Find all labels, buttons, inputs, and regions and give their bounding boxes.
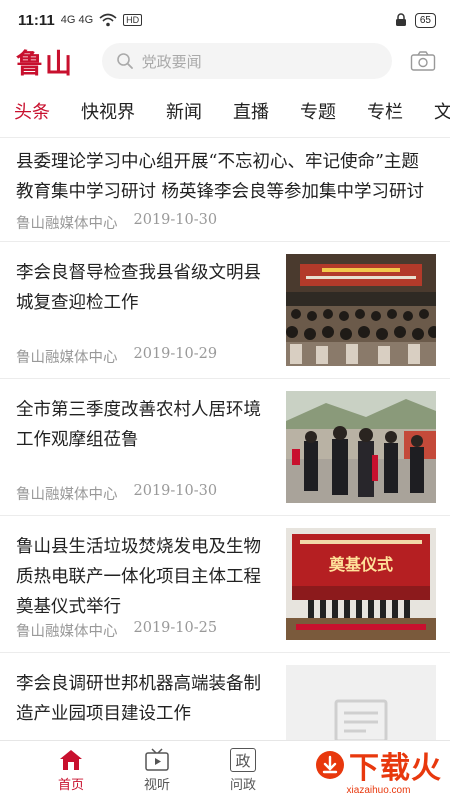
news-source: 鲁山融媒体中心: [16, 624, 118, 640]
tab-news[interactable]: 新闻: [166, 90, 202, 137]
news-item[interactable]: 鲁山县生活垃圾焚烧发电及生物质热电联产一体化项目主体工程奠基仪式举行 鲁山融媒体…: [0, 516, 450, 653]
status-time: 11:11: [18, 11, 55, 29]
news-thumbnail-ceremony[interactable]: 奠基仪式: [286, 528, 436, 640]
news-item[interactable]: 全市第三季度改善农村人居环境工作观摩组莅鲁 鲁山融媒体中心 2019-10-30: [0, 379, 450, 516]
watermark-text: 下载火: [349, 751, 442, 786]
news-thumbnail-meeting[interactable]: [286, 254, 436, 366]
app-header: 鲁山 党政要闻: [0, 40, 450, 82]
news-source: 鲁山融媒体中心: [16, 487, 118, 503]
news-date: 2019-10-29: [133, 346, 218, 362]
search-icon: [116, 53, 133, 69]
tab-columns[interactable]: 专栏: [367, 90, 403, 137]
signal-icon: 4G 4G: [60, 14, 94, 26]
camera-icon: [410, 51, 436, 71]
nav-video-label: 视听: [143, 778, 170, 793]
news-meta: 鲁山融媒体中心 2019-10-29: [16, 346, 217, 367]
news-title: 全市第三季度改善农村人居环境工作观摩组莅鲁: [16, 400, 261, 450]
news-date: 2019-10-30: [133, 483, 218, 499]
news-title: 县委理论学习中心组开展“不忘初心、牢记使命”主题教育集中学习研讨 杨英锋李会良等…: [16, 152, 425, 202]
news-date: 2019-10-25: [133, 620, 218, 636]
tab-culture[interactable]: 文: [434, 90, 450, 137]
nav-video[interactable]: 视听: [114, 748, 200, 793]
banner-text: 奠基仪式: [328, 555, 393, 574]
zheng-icon: 政: [230, 748, 256, 772]
tab-headline[interactable]: 头条: [14, 90, 50, 137]
search-placeholder: 党政要闻: [141, 52, 202, 71]
tab-quick-view[interactable]: 快视界: [81, 90, 135, 137]
news-thumbnail-village[interactable]: [286, 391, 436, 503]
news-title: 鲁山县生活垃圾焚烧发电及生物质热电联产一体化项目主体工程奠基仪式举行: [16, 537, 261, 617]
news-list: 县委理论学习中心组开展“不忘初心、牢记使命”主题教育集中学习研讨 杨英锋李会良等…: [0, 139, 450, 790]
nav-home[interactable]: 首页: [28, 748, 114, 793]
news-title: 李会良督导检查我县省级文明县城复查迎检工作: [16, 263, 261, 313]
news-meta: 鲁山融媒体中心 2019-10-25: [16, 620, 217, 641]
news-source: 鲁山融媒体中心: [16, 216, 118, 232]
nav-politics[interactable]: 政 问政: [200, 748, 286, 793]
wifi-icon: [99, 13, 117, 27]
home-icon: [60, 750, 82, 770]
news-date: 2019-10-30: [133, 212, 218, 228]
nav-home-label: 首页: [57, 778, 84, 793]
watermark-domain: xiazaihuo.com: [346, 785, 411, 796]
nav-politics-label: 问政: [229, 778, 256, 793]
search-bar[interactable]: 党政要闻: [101, 43, 393, 79]
news-source: 鲁山融媒体中心: [16, 350, 118, 366]
app-logo[interactable]: 鲁山: [16, 42, 102, 81]
download-badge-icon: [316, 751, 344, 779]
news-item[interactable]: 李会良督导检查我县省级文明县城复查迎检工作 鲁山融媒体中心 2019-10-29: [0, 242, 450, 379]
tv-icon: [145, 748, 169, 771]
network-badge: HD: [123, 14, 143, 26]
camera-button[interactable]: [408, 48, 438, 74]
news-meta: 鲁山融媒体中心 2019-10-30: [16, 483, 217, 504]
watermark: 下载火 xiazaihuo.com: [315, 743, 442, 796]
lock-icon: [395, 13, 406, 26]
news-item[interactable]: 县委理论学习中心组开展“不忘初心、牢记使命”主题教育集中学习研讨 杨英锋李会良等…: [0, 139, 450, 242]
tab-live[interactable]: 直播: [233, 90, 269, 137]
battery-indicator: 65: [414, 12, 436, 28]
news-title: 李会良调研世邦机器高端装备制造产业园项目建设工作: [16, 674, 261, 724]
category-tabs: 头条 快视界 新闻 直播 专题 专栏 文: [0, 90, 450, 138]
tab-topics[interactable]: 专题: [300, 90, 336, 137]
status-bar: 11:11 4G 4G HD 65: [0, 0, 450, 40]
news-meta: 鲁山融媒体中心 2019-10-30: [16, 212, 217, 233]
